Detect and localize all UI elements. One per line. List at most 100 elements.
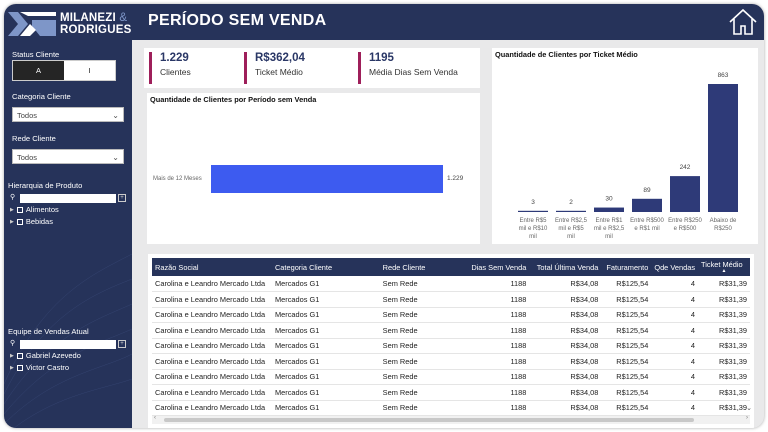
y-tick-label: Mais de 12 Meses (153, 176, 202, 182)
x-tick-label: e R$1 mil (634, 226, 659, 232)
expand-arrow-icon[interactable]: ▶ (10, 353, 14, 359)
chart-periodo-card: Quantidade de Clientes por Período sem V… (147, 93, 480, 244)
chevron-down-icon: ⌄ (112, 111, 119, 120)
x-tick-label: Entre R$2,5 (555, 218, 588, 224)
column-header[interactable]: Rede Cliente (379, 258, 460, 276)
home-icon[interactable] (728, 8, 758, 36)
table-cell: Carolina e Leandro Mercado Ltda (152, 276, 272, 292)
table-row[interactable]: Carolina e Leandro Mercado Ltda Mercados … (152, 400, 750, 416)
table-cell: Carolina e Leandro Mercado Ltda (152, 322, 272, 339)
column-header-label: Rede Cliente (382, 262, 426, 272)
brand-name: MILANEZI & RODRIGUES (60, 12, 132, 36)
table-row[interactable]: Carolina e Leandro Mercado Ltda Mercados … (152, 384, 750, 401)
table-cell: 4 (651, 369, 699, 385)
table-header-row: Razão Social Categoria Cliente Rede Client… (152, 258, 750, 276)
checkbox[interactable] (16, 352, 23, 359)
table-cell: Carolina e Leandro Mercado Ltda (152, 291, 272, 308)
x-tick-label: Entre R$1 (595, 218, 623, 224)
table-cell: Carolina e Leandro Mercado Ltda (152, 400, 272, 416)
status-option-a[interactable]: A (13, 61, 64, 80)
column-header[interactable]: Categoria Cliente (271, 258, 380, 276)
column-header[interactable]: Ticket Médio ▲ (698, 258, 750, 276)
expand-arrow-icon[interactable]: ▶ (10, 207, 14, 213)
table-row[interactable]: Carolina e Leandro Mercado Ltda Mercados … (152, 353, 750, 370)
table-cell: Sem Rede (379, 353, 460, 370)
status-cliente-slicer: A I (12, 60, 116, 81)
table-cell: 4 (651, 291, 699, 308)
equipe-search-input[interactable] (20, 339, 116, 349)
hierarquia-search-input[interactable] (20, 193, 116, 203)
table-row[interactable]: Carolina e Leandro Mercado Ltda Mercados … (152, 338, 750, 354)
column-header[interactable]: Faturamento (601, 258, 652, 276)
scroll-left-icon[interactable]: ‹ (154, 415, 156, 421)
horizontal-scrollbar[interactable]: ‹ › (152, 415, 750, 424)
column-header[interactable]: Qde Vendas (651, 258, 699, 276)
tree-item-gabriel[interactable]: ▶ Gabriel Azevedo (10, 351, 81, 360)
table-cell: R$31,39 (698, 400, 750, 416)
categoria-cliente-dropdown[interactable]: Todos ⌄ (12, 107, 124, 122)
data-label: 3 (531, 199, 535, 206)
x-tick-label: Abaixo de (710, 218, 737, 224)
table-cell: Mercados G1 (271, 369, 380, 385)
brand-logo: MILANEZI & RODRIGUES (8, 10, 132, 40)
scroll-down-icon[interactable]: ⌄ (746, 404, 752, 412)
search-icon: ⚲ (10, 340, 16, 347)
table-row[interactable]: Carolina e Leandro Mercado Ltda Mercados … (152, 291, 750, 308)
tree-item-label: Victor Castro (25, 363, 70, 372)
table-cell: R$125,54 (601, 291, 652, 308)
table-cell: R$34,08 (529, 400, 602, 416)
status-option-i[interactable]: I (64, 61, 115, 80)
expand-icon[interactable]: + (118, 340, 126, 348)
column-header[interactable]: Total Última Venda (529, 258, 602, 276)
x-tick-label: R$250 (714, 226, 732, 232)
table-row[interactable]: Carolina e Leandro Mercado Ltda Mercados … (152, 322, 750, 339)
scrollbar-thumb[interactable] (164, 418, 694, 422)
sidebar: MILANEZI & RODRIGUES Status Cliente A I … (4, 4, 132, 428)
table-cell: R$125,54 (601, 276, 652, 292)
tree-item-label: Bebidas (25, 217, 53, 226)
x-tick-label: Entre R$5 (519, 218, 547, 224)
expand-arrow-icon[interactable]: ▶ (10, 219, 14, 225)
checkbox[interactable] (16, 364, 23, 371)
scroll-right-icon[interactable]: › (746, 415, 748, 421)
table-row[interactable]: Carolina e Leandro Mercado Ltda Mercados … (152, 307, 750, 323)
table-cell: 4 (651, 307, 699, 323)
kpi-ticket-medio: R$362,04 Ticket Médio (244, 52, 305, 84)
table-cell: R$125,54 (601, 322, 652, 339)
table-row[interactable]: Carolina e Leandro Mercado Ltda Mercados … (152, 369, 750, 385)
table-cell: Sem Rede (379, 291, 460, 308)
table-cell: R$31,39 (698, 291, 750, 308)
table-cell: R$34,08 (529, 276, 602, 292)
data-label: 89 (643, 187, 651, 194)
kpi-label: Ticket Médio (255, 67, 303, 77)
page-title: PERÍODO SEM VENDA (148, 12, 327, 29)
tree-item-bebidas[interactable]: ▶ Bebidas (10, 217, 53, 226)
table-row[interactable]: Carolina e Leandro Mercado Ltda Mercados … (152, 276, 750, 292)
tree-item-victor[interactable]: ▶ Victor Castro (10, 363, 69, 372)
table-cell: Carolina e Leandro Mercado Ltda (152, 369, 272, 385)
bar (708, 84, 738, 212)
rede-cliente-dropdown[interactable]: Todos ⌄ (12, 149, 124, 164)
data-label: 863 (718, 72, 729, 79)
tree-item-label: Gabriel Azevedo (25, 351, 81, 360)
tree-item-alimentos[interactable]: ▶ Alimentos (10, 205, 59, 214)
table-cell: R$31,39 (698, 276, 750, 292)
x-tick-label: mil e R$5 (558, 226, 584, 232)
column-header[interactable]: Razão Social (152, 258, 272, 276)
chevron-down-icon: ⌄ (112, 153, 119, 162)
sort-arrow-icon[interactable]: ▲ (701, 269, 747, 274)
table-cell: 1188 (459, 369, 530, 385)
expand-arrow-icon[interactable]: ▶ (10, 365, 14, 371)
table-cell: 1188 (459, 338, 530, 354)
table-cell: R$125,54 (601, 353, 652, 370)
table-cell: Sem Rede (379, 276, 460, 292)
column-header[interactable]: Dias Sem Venda (459, 258, 530, 276)
x-tick-label: e R$500 (674, 226, 697, 232)
checkbox[interactable] (16, 218, 23, 225)
kpi-value: R$362,04 (255, 52, 305, 64)
x-tick-label: mil (605, 234, 613, 240)
table-cell: Carolina e Leandro Mercado Ltda (152, 353, 272, 370)
table-cell: R$125,54 (601, 307, 652, 323)
checkbox[interactable] (16, 206, 23, 213)
expand-icon[interactable]: + (118, 194, 126, 202)
